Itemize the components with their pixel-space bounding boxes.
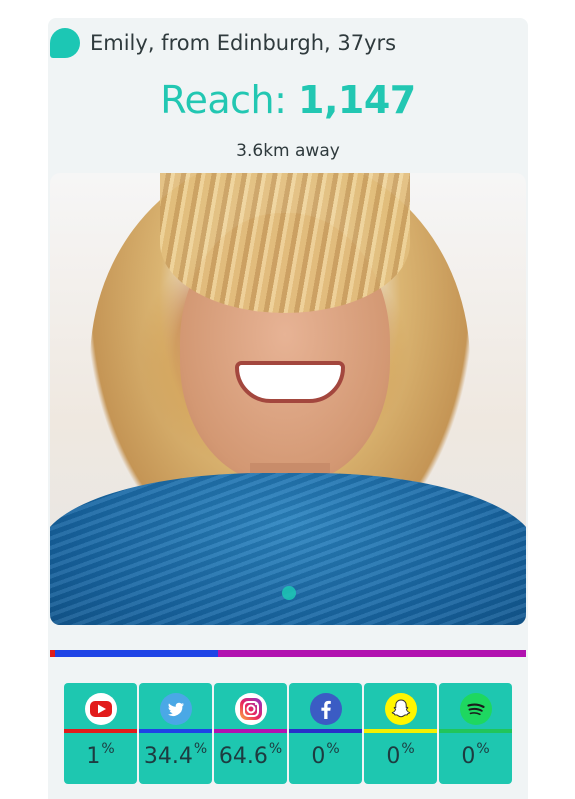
profile-photo[interactable] <box>50 173 526 625</box>
platform-stripe <box>214 729 287 733</box>
platform-stripe <box>289 729 362 733</box>
instagram-icon <box>235 693 267 725</box>
photo-bangs <box>160 173 410 313</box>
platform-value: 0% <box>311 741 340 769</box>
platform-stripe <box>439 729 512 733</box>
platform-tile-twitter[interactable]: 34.4% <box>139 683 212 784</box>
platform-stripe <box>64 729 137 733</box>
distribution-segment-instagram <box>218 650 526 657</box>
reach-value: 1,147 <box>298 78 416 122</box>
platform-value: 0% <box>461 741 490 769</box>
platform-tiles: 1% 34.4% 64.6% 0% 0% 0% <box>64 683 512 784</box>
spotify-icon <box>460 693 492 725</box>
profile-card: Emily, from Edinburgh, 37yrs Reach: 1,14… <box>48 18 528 799</box>
platform-value: 1% <box>86 741 115 769</box>
facebook-icon <box>310 693 342 725</box>
platform-tile-instagram[interactable]: 64.6% <box>214 683 287 784</box>
platform-value: 0% <box>386 741 415 769</box>
distance-text: 3.6km away <box>236 141 340 161</box>
profile-header: Emily, from Edinburgh, 37yrs <box>50 20 396 66</box>
carousel-dot[interactable] <box>282 586 296 600</box>
platform-tile-snapchat[interactable]: 0% <box>364 683 437 784</box>
platform-tile-facebook[interactable]: 0% <box>289 683 362 784</box>
twitter-icon <box>160 693 192 725</box>
platform-tile-spotify[interactable]: 0% <box>439 683 512 784</box>
photo-scarf <box>50 473 526 625</box>
reach-label: Reach: <box>160 78 299 122</box>
snapchat-icon <box>385 693 417 725</box>
youtube-icon <box>85 693 117 725</box>
distribution-bar <box>50 650 526 657</box>
platform-value: 34.4% <box>143 741 208 769</box>
profile-name: Emily, from Edinburgh, 37yrs <box>90 31 397 55</box>
distribution-segment-twitter <box>54 650 219 657</box>
photo-smile <box>235 361 345 403</box>
platform-value: 64.6% <box>218 741 283 769</box>
platform-stripe <box>364 729 437 733</box>
platform-tile-youtube[interactable]: 1% <box>64 683 137 784</box>
platform-stripe <box>139 729 212 733</box>
chat-bubble-icon[interactable] <box>50 28 80 58</box>
reach-heading: Reach: 1,147 <box>48 78 528 122</box>
